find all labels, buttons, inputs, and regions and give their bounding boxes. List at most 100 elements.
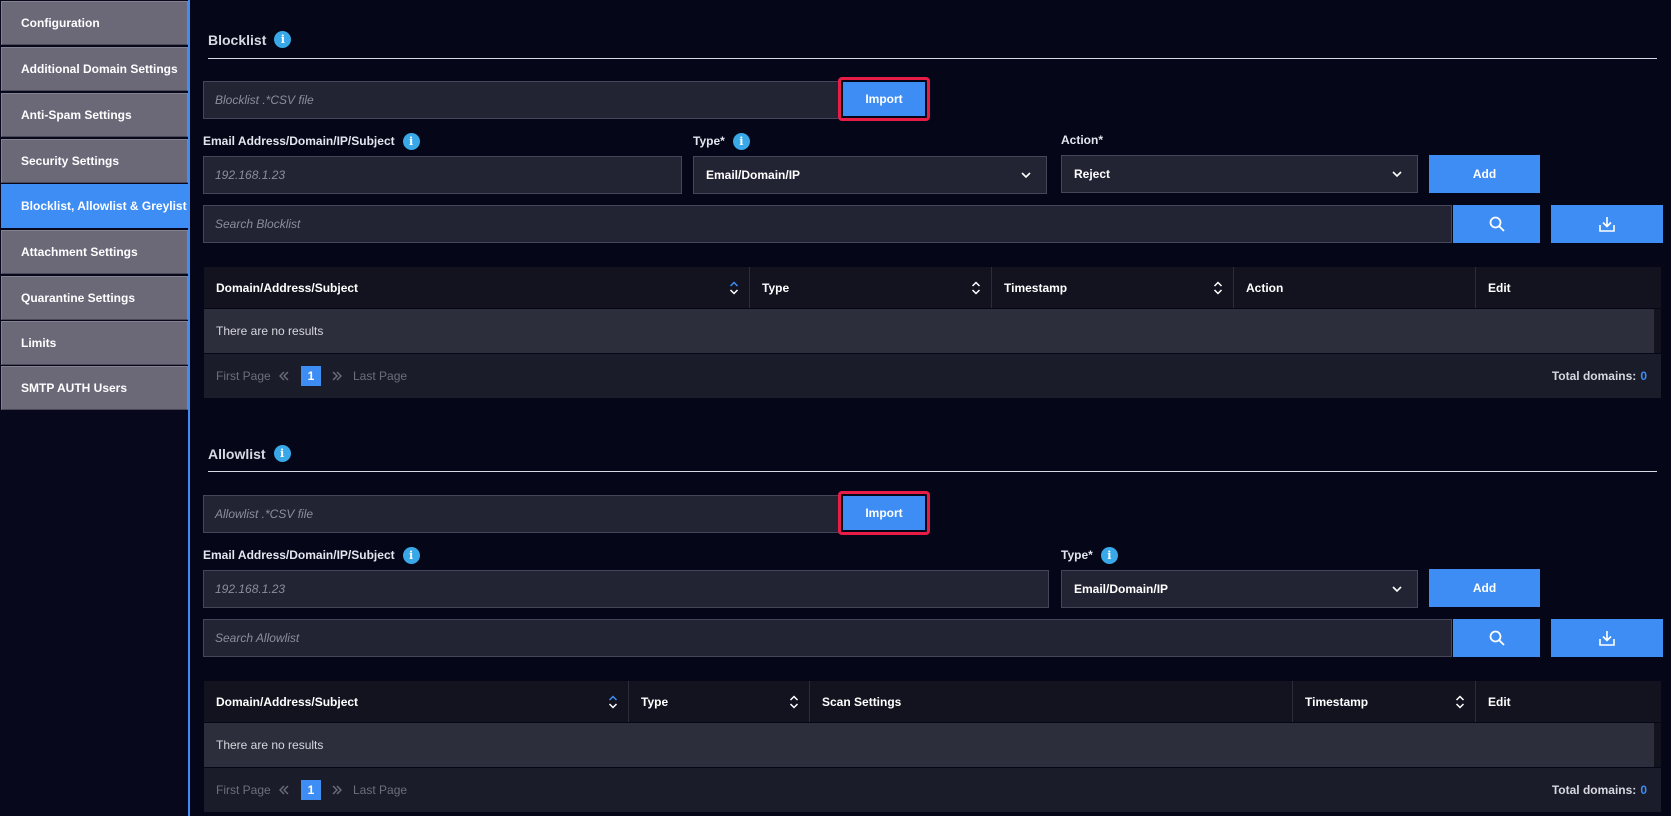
allowlist-empty-row: There are no results xyxy=(204,723,1654,767)
allowlist-address-input[interactable]: 192.168.1.23 xyxy=(203,570,1049,608)
label-text: Type* xyxy=(693,134,725,148)
blocklist-action-select[interactable]: Reject xyxy=(1061,155,1418,193)
allowlist-table-header: Domain/Address/Subject Type Scan Setting… xyxy=(204,681,1661,722)
chevron-down-icon xyxy=(1392,171,1402,178)
sidebar-item-anti-spam-settings[interactable]: Anti-Spam Settings xyxy=(1,93,188,137)
total-label: Total domains: xyxy=(1551,783,1637,797)
blocklist-type-label: Type* i xyxy=(693,132,750,150)
column-label: Edit xyxy=(1488,694,1511,709)
column-type[interactable]: Type xyxy=(628,681,809,722)
allowlist-title: Allowlist xyxy=(208,445,266,462)
allowlist-search-input[interactable]: Search Allowlist xyxy=(203,619,1452,657)
column-timestamp[interactable]: Timestamp xyxy=(1292,681,1475,722)
page-number-1[interactable]: 1 xyxy=(301,366,321,386)
last-page-link[interactable]: Last Page xyxy=(353,768,407,812)
column-label: Edit xyxy=(1488,280,1511,295)
allowlist-address-label: Email Address/Domain/IP/Subject i xyxy=(203,546,420,564)
column-label: Domain/Address/Subject xyxy=(216,280,359,295)
sidebar-item-attachment-settings[interactable]: Attachment Settings xyxy=(1,230,188,274)
sort-icon xyxy=(789,694,799,709)
info-icon[interactable]: i xyxy=(732,132,750,150)
page-number-1[interactable]: 1 xyxy=(301,780,321,800)
select-value: Reject xyxy=(1074,167,1111,181)
total-domains: Total domains: 0 xyxy=(1552,354,1647,398)
sort-icon xyxy=(729,280,739,295)
blocklist-search-input[interactable]: Search Blocklist xyxy=(203,205,1452,243)
column-timestamp[interactable]: Timestamp xyxy=(991,267,1233,308)
first-page-link[interactable]: First Page xyxy=(216,354,271,398)
search-icon xyxy=(1489,216,1505,232)
blocklist-search-button[interactable] xyxy=(1453,205,1540,243)
info-icon[interactable]: i xyxy=(273,445,291,462)
import-label: Import xyxy=(843,496,925,530)
info-icon[interactable]: i xyxy=(1100,546,1118,564)
sort-icon xyxy=(1213,280,1223,295)
blocklist-file-input[interactable]: Blocklist .*CSV file xyxy=(203,81,840,119)
first-page-link[interactable]: First Page xyxy=(216,768,271,812)
column-label: Timestamp xyxy=(1305,694,1369,709)
allowlist-add-button[interactable]: Add xyxy=(1429,569,1540,607)
sidebar-item-security-settings[interactable]: Security Settings xyxy=(1,139,188,183)
sidebar: Configuration Additional Domain Settings… xyxy=(0,0,190,816)
import-label: Import xyxy=(843,82,925,116)
allowlist-heading: Allowlist i xyxy=(208,445,291,462)
column-label: Action xyxy=(1246,280,1284,295)
download-icon xyxy=(1599,631,1615,646)
double-chevron-left-icon[interactable] xyxy=(278,354,290,398)
column-domain-address-subject[interactable]: Domain/Address/Subject xyxy=(204,681,628,722)
label-text: Type* xyxy=(1061,548,1093,562)
allowlist-type-select[interactable]: Email/Domain/IP xyxy=(1061,570,1418,608)
allowlist-search-button[interactable] xyxy=(1453,619,1540,657)
allowlist-file-input[interactable]: Allowlist .*CSV file xyxy=(203,495,840,533)
column-domain-address-subject[interactable]: Domain/Address/Subject xyxy=(204,267,749,308)
download-icon xyxy=(1599,217,1615,232)
sidebar-item-limits[interactable]: Limits xyxy=(1,321,188,365)
allowlist-export-button[interactable] xyxy=(1551,619,1663,657)
chevron-down-icon xyxy=(1392,586,1402,593)
scrollbar[interactable] xyxy=(1654,723,1661,767)
blocklist-address-input[interactable]: 192.168.1.23 xyxy=(203,156,682,194)
sidebar-item-additional-domain-settings[interactable]: Additional Domain Settings xyxy=(1,47,188,91)
column-label: Domain/Address/Subject xyxy=(216,694,359,709)
label-text: Email Address/Domain/IP/Subject xyxy=(203,134,395,148)
column-label: Type xyxy=(762,280,790,295)
last-page-link[interactable]: Last Page xyxy=(353,354,407,398)
label-text: Action* xyxy=(1061,133,1103,147)
sidebar-item-quarantine-settings[interactable]: Quarantine Settings xyxy=(1,276,188,320)
column-label: Type xyxy=(641,694,669,709)
blocklist-address-label: Email Address/Domain/IP/Subject i xyxy=(203,132,420,150)
total-count: 0 xyxy=(1640,369,1647,383)
blocklist-add-button[interactable]: Add xyxy=(1429,155,1540,193)
info-icon[interactable]: i xyxy=(274,31,292,48)
column-type[interactable]: Type xyxy=(749,267,991,308)
section-divider xyxy=(208,471,1657,472)
blocklist-action-label: Action* xyxy=(1061,132,1103,148)
double-chevron-right-icon[interactable] xyxy=(331,768,343,812)
blocklist-pagination: First Page 1 Last Page Total domains: 0 xyxy=(204,354,1661,398)
double-chevron-right-icon[interactable] xyxy=(331,354,343,398)
blocklist-heading: Blocklist i xyxy=(208,31,292,48)
column-action: Action xyxy=(1233,267,1475,308)
sidebar-item-configuration[interactable]: Configuration xyxy=(1,1,188,45)
sidebar-item-smtp-auth-users[interactable]: SMTP AUTH Users xyxy=(1,366,188,410)
sort-icon xyxy=(971,280,981,295)
search-icon xyxy=(1489,630,1505,646)
allowlist-import-button[interactable]: Import xyxy=(838,491,930,535)
double-chevron-left-icon[interactable] xyxy=(278,768,290,812)
info-icon[interactable]: i xyxy=(402,132,420,150)
allowlist-pagination: First Page 1 Last Page Total domains: 0 xyxy=(204,768,1661,812)
scrollbar[interactable] xyxy=(1654,309,1661,353)
blocklist-export-button[interactable] xyxy=(1551,205,1663,243)
section-divider xyxy=(208,58,1657,59)
blocklist-empty-row: There are no results xyxy=(204,309,1654,353)
blocklist-import-button[interactable]: Import xyxy=(838,77,930,121)
column-edit: Edit xyxy=(1475,681,1661,722)
sort-icon xyxy=(608,694,618,709)
select-value: Email/Domain/IP xyxy=(706,168,801,182)
info-icon[interactable]: i xyxy=(402,546,420,564)
blocklist-type-select[interactable]: Email/Domain/IP xyxy=(693,156,1047,194)
sidebar-item-blocklist-allowlist-greylist[interactable]: Blocklist, Allowlist & Greylist xyxy=(1,184,188,228)
chevron-down-icon xyxy=(1021,172,1031,179)
total-count: 0 xyxy=(1640,783,1647,797)
allowlist-type-label: Type* i xyxy=(1061,546,1118,564)
